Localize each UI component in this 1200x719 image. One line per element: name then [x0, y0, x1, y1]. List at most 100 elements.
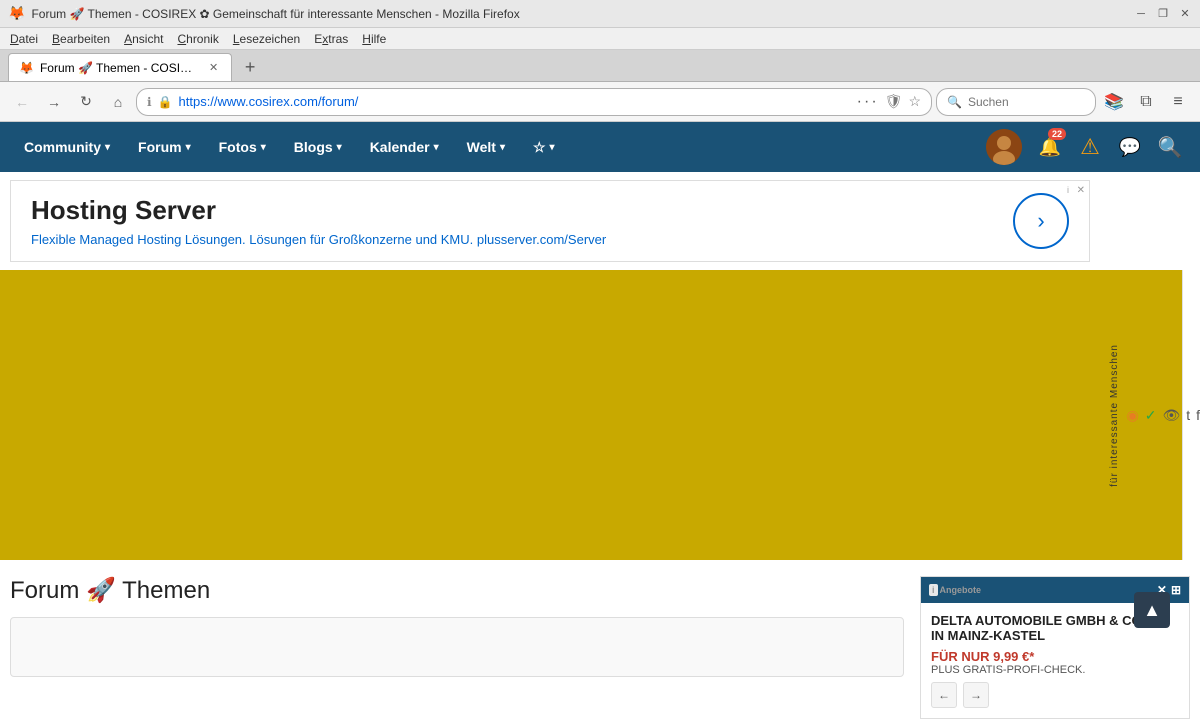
ad-price-text: FÜR NUR 9,99 €*: [931, 649, 1179, 664]
ad-desc: PLUS GRATIS-PROFI-CHECK.: [931, 664, 1179, 676]
active-tab[interactable]: 🦊 Forum 🚀 Themen - COSIREX ✕: [8, 53, 232, 81]
nav-welt-label: Welt: [467, 139, 496, 155]
messages-button[interactable]: 💬: [1110, 122, 1150, 172]
menu-bearbeiten[interactable]: Bearbeiten: [46, 31, 116, 47]
library-button[interactable]: 📚: [1100, 88, 1128, 116]
chat-icon: 💬: [1119, 137, 1141, 158]
right-strip: f t 👁 ✓ ◉ für interessante Menschen: [1182, 270, 1200, 560]
ad-description: Flexible Managed Hosting Lösungen. Lösun…: [31, 232, 606, 247]
alerts-button[interactable]: ⚠: [1070, 122, 1110, 172]
nav-blogs-chevron: ▾: [337, 142, 342, 153]
ad-link[interactable]: plusserver.com/Server: [477, 232, 606, 247]
nav-star-label: ☆: [533, 139, 546, 156]
tab-bar: 🦊 Forum 🚀 Themen - COSIREX ✕ +: [0, 50, 1200, 82]
strip-text: für interessante Menschen: [1109, 344, 1120, 487]
nav-item-forum[interactable]: Forum ▾: [124, 122, 205, 172]
nav-blogs-label: Blogs: [294, 139, 333, 155]
facebook-icon[interactable]: f: [1196, 407, 1200, 423]
browser-title: Forum 🚀 Themen - COSIREX ✿ Gemeinschaft …: [31, 7, 1134, 21]
url-display: https://www.cosirex.com/forum/: [179, 94, 851, 109]
rss-icon[interactable]: ◉: [1126, 407, 1138, 424]
angebote-badge: i: [929, 584, 938, 596]
nav-item-fotos[interactable]: Fotos ▾: [205, 122, 280, 172]
search-box[interactable]: 🔍: [936, 88, 1096, 116]
user-avatar[interactable]: [986, 129, 1022, 165]
maximize-button[interactable]: ❐: [1156, 7, 1170, 21]
back-to-top-button[interactable]: ▲: [1134, 592, 1170, 628]
right-ad-expand-button[interactable]: ⊞: [1171, 583, 1181, 597]
tab-close-button[interactable]: ✕: [206, 60, 221, 75]
address-bar: ← → ↻ ⌂ ℹ 🔒 https://www.cosirex.com/foru…: [0, 82, 1200, 122]
back-button[interactable]: ←: [8, 88, 36, 116]
ad-banner-text: Hosting Server Flexible Managed Hosting …: [31, 195, 606, 247]
menu-lesezeichen[interactable]: Lesezeichen: [227, 31, 306, 47]
notifications-button[interactable]: 🔔 22: [1030, 122, 1070, 172]
overflow-menu-button[interactable]: ≡: [1164, 88, 1192, 116]
nav-kalender-label: Kalender: [370, 139, 430, 155]
nav-item-blogs[interactable]: Blogs ▾: [280, 122, 356, 172]
page-title-text: Forum 🚀 Themen: [10, 576, 210, 605]
forum-card: [10, 617, 904, 677]
forward-button[interactable]: →: [40, 88, 68, 116]
check-icon: ✓: [1145, 407, 1157, 424]
shield-icon: 🛡: [885, 93, 903, 110]
menu-hilfe[interactable]: Hilfe: [356, 31, 392, 47]
menu-chronik[interactable]: Chronik: [171, 31, 224, 47]
home-button[interactable]: ⌂: [104, 88, 132, 116]
close-button[interactable]: ✕: [1178, 7, 1192, 21]
yellow-banner-section: f t 👁 ✓ ◉ für interessante Menschen: [0, 270, 1200, 560]
twitter-icon[interactable]: t: [1186, 407, 1190, 423]
nav-community-label: Community: [24, 139, 101, 155]
ad-label: i: [1067, 185, 1069, 195]
right-ad-actions: ← →: [931, 682, 1179, 708]
bookmark-star-icon[interactable]: ☆: [908, 93, 921, 110]
main-content: Forum 🚀 Themen: [10, 576, 904, 677]
ad-action-btn-1[interactable]: ←: [931, 682, 957, 708]
tab-favicon: 🦊: [19, 61, 34, 75]
minimize-button[interactable]: ─: [1134, 7, 1148, 21]
nav-forum-chevron: ▾: [186, 142, 191, 153]
content-area: Hosting Server Flexible Managed Hosting …: [0, 180, 1200, 560]
ad-title: Hosting Server: [31, 195, 606, 226]
nav-item-star[interactable]: ☆ ▾: [519, 122, 569, 172]
nav-community-chevron: ▾: [105, 142, 110, 153]
notification-badge: 22: [1048, 128, 1066, 140]
nav-welt-chevron: ▾: [500, 142, 505, 153]
ad-arrow-button[interactable]: ›: [1013, 193, 1069, 249]
nav-star-chevron: ▾: [550, 142, 555, 153]
info-icon: ℹ: [147, 95, 152, 109]
angebote-label: i Angebote: [929, 584, 981, 596]
search-input[interactable]: [968, 95, 1085, 109]
nav-kalender-chevron: ▾: [434, 142, 439, 153]
site-navigation: Community ▾ Forum ▾ Fotos ▾ Blogs ▾ Kale…: [0, 122, 1200, 172]
window-controls: ─ ❐ ✕: [1134, 7, 1192, 21]
address-options[interactable]: ···: [857, 93, 879, 111]
menu-bar: Datei Bearbeiten Ansicht Chronik Lesezei…: [0, 28, 1200, 50]
site-search-button[interactable]: 🔍: [1150, 122, 1190, 172]
menu-datei[interactable]: Datei: [4, 31, 44, 47]
lock-icon: 🔒: [158, 95, 173, 109]
sidebar-toggle-button[interactable]: ⧉: [1132, 88, 1160, 116]
nav-item-kalender[interactable]: Kalender ▾: [356, 122, 453, 172]
search-icon: 🔍: [1158, 135, 1183, 160]
eye-icon: 👁: [1162, 407, 1180, 424]
browser-titlebar: 🦊 Forum 🚀 Themen - COSIREX ✿ Gemeinschaf…: [0, 0, 1200, 28]
ad-action-btn-2[interactable]: →: [963, 682, 989, 708]
ad-close-button[interactable]: ✕: [1077, 185, 1085, 196]
address-input-wrap[interactable]: ℹ 🔒 https://www.cosirex.com/forum/ ··· 🛡…: [136, 88, 932, 116]
menu-ansicht[interactable]: Ansicht: [118, 31, 169, 47]
menu-extras[interactable]: Extras: [308, 31, 354, 47]
browser-favicon: 🦊: [8, 5, 25, 22]
back-to-top-icon: ▲: [1143, 600, 1161, 621]
reload-button[interactable]: ↻: [72, 88, 100, 116]
ad-banner: Hosting Server Flexible Managed Hosting …: [10, 180, 1090, 262]
angebote-text: Angebote: [940, 585, 982, 595]
nav-item-welt[interactable]: Welt ▾: [453, 122, 519, 172]
warning-icon: ⚠: [1080, 134, 1100, 160]
nav-fotos-chevron: ▾: [261, 142, 266, 153]
new-tab-button[interactable]: +: [236, 53, 264, 81]
nav-forum-label: Forum: [138, 139, 182, 155]
tab-label: Forum 🚀 Themen - COSIREX: [40, 61, 200, 75]
page-title: Forum 🚀 Themen: [10, 576, 904, 605]
nav-item-community[interactable]: Community ▾: [10, 122, 124, 172]
